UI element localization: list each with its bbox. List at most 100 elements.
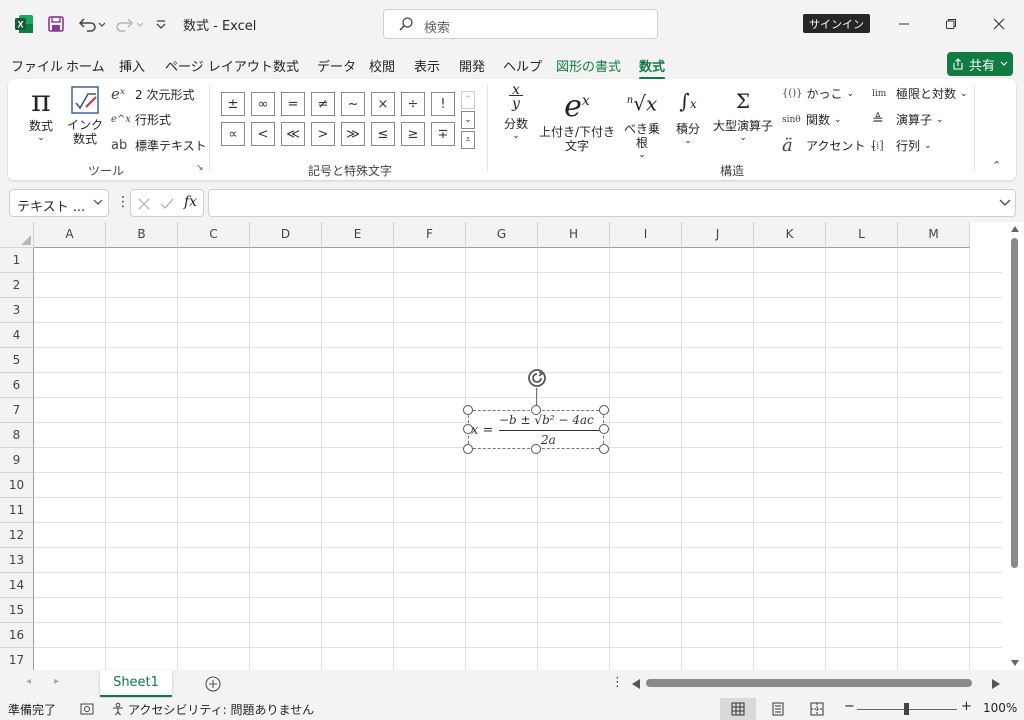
accessibility-status[interactable]: アクセシビリティ: 問題ありません — [128, 701, 314, 718]
professional-button[interactable]: eˣ 2 次元形式 — [111, 85, 194, 103]
zoom-slider-thumb[interactable] — [904, 703, 909, 715]
cancel-icon[interactable] — [138, 198, 150, 210]
tab-page-layout[interactable]: ページ レイアウト — [165, 56, 273, 75]
resize-handle[interactable] — [599, 444, 609, 454]
tab-review[interactable]: 校閲 — [369, 56, 395, 75]
rotate-handle-icon[interactable] — [525, 366, 549, 390]
cells-area[interactable] — [34, 248, 1002, 670]
next-sheet-icon[interactable]: ▸ — [54, 676, 59, 687]
large-operator-button[interactable]: Σ 大型演算子 ⌄ — [712, 83, 774, 143]
accessibility-icon[interactable] — [111, 702, 125, 716]
prev-sheet-icon[interactable]: ◂ — [26, 676, 31, 687]
gallery-more-icon[interactable]: ⩡ — [461, 131, 475, 149]
signin-button[interactable]: サインイン — [803, 14, 870, 33]
resize-handle[interactable] — [599, 405, 609, 415]
resize-handle[interactable] — [463, 424, 473, 434]
redo-icon[interactable] — [114, 13, 144, 35]
gallery-up-icon[interactable]: ⌃ — [461, 91, 475, 109]
zoom-in-icon[interactable]: + — [961, 699, 972, 714]
close-button[interactable] — [979, 8, 1019, 40]
symbol-button[interactable]: ! — [431, 92, 455, 116]
linear-button[interactable]: e^x 行形式 — [111, 111, 171, 128]
accent-button[interactable]: ä アクセント ⌄ — [782, 135, 877, 156]
row-header[interactable]: 15 — [0, 598, 34, 623]
symbol-button[interactable]: < — [251, 122, 275, 146]
tab-file[interactable]: ファイル — [11, 56, 63, 75]
row-header[interactable]: 16 — [0, 623, 34, 648]
row-header[interactable]: 12 — [0, 523, 34, 548]
resize-handle[interactable] — [599, 424, 609, 434]
symbol-button[interactable]: ÷ — [401, 92, 425, 116]
more-options-icon[interactable]: ⋮ — [116, 194, 130, 210]
page-break-view-icon[interactable] — [810, 702, 824, 716]
column-header[interactable]: C — [178, 222, 250, 248]
resize-handle[interactable] — [531, 405, 541, 415]
ink-equation-button[interactable]: インク 数式 — [66, 85, 104, 146]
restore-button[interactable] — [931, 8, 971, 40]
row-header[interactable]: 13 — [0, 548, 34, 573]
symbol-button[interactable]: ~ — [341, 92, 365, 116]
tab-data[interactable]: データ — [317, 56, 356, 75]
row-header[interactable]: 2 — [0, 273, 34, 298]
resize-handle[interactable] — [531, 444, 541, 454]
symbol-button[interactable]: ≤ — [371, 122, 395, 146]
tab-insert[interactable]: 挿入 — [119, 56, 145, 75]
minimize-button[interactable] — [884, 8, 924, 40]
row-header[interactable]: 10 — [0, 473, 34, 498]
row-header[interactable]: 6 — [0, 373, 34, 398]
normal-view-button[interactable] — [720, 698, 756, 720]
collapse-ribbon-icon[interactable]: ⌃ — [992, 159, 1001, 172]
vertical-scroll-thumb[interactable] — [1011, 238, 1018, 568]
script-button[interactable]: ex 上付き/下付き 文字 — [538, 83, 616, 153]
radical-button[interactable]: n√x べき乗根 ⌄ — [620, 83, 664, 160]
symbol-button[interactable]: ∓ — [431, 122, 455, 146]
row-header[interactable]: 7 — [0, 398, 34, 423]
row-header[interactable]: 4 — [0, 323, 34, 348]
expand-formula-icon[interactable] — [999, 198, 1011, 208]
sheet-tab[interactable]: Sheet1 — [100, 670, 172, 697]
symbol-button[interactable]: ∝ — [221, 122, 245, 146]
gallery-down-icon[interactable]: ⌄ — [461, 111, 475, 129]
column-header[interactable]: E — [322, 222, 394, 248]
column-header[interactable]: B — [106, 222, 178, 248]
symbol-button[interactable]: = — [281, 92, 305, 116]
integral-button[interactable]: ∫x 積分 ⌄ — [668, 83, 708, 146]
save-icon[interactable] — [46, 13, 66, 35]
column-header[interactable]: J — [682, 222, 754, 248]
fraction-button[interactable]: xy 分数 ⌄ — [498, 83, 534, 141]
symbol-button[interactable]: ± — [221, 92, 245, 116]
name-box[interactable]: テキスト ... — [9, 189, 109, 217]
dialog-launcher-icon[interactable]: ↘ — [196, 163, 204, 173]
function-button[interactable]: sinθ 関数 ⌄ — [782, 111, 842, 128]
scroll-right-icon[interactable] — [992, 679, 1000, 689]
share-button[interactable]: 共有 — [947, 52, 1013, 76]
customize-qat-icon[interactable] — [154, 13, 168, 35]
zoom-level[interactable]: 100% — [983, 701, 1017, 715]
scroll-down-icon[interactable] — [1011, 660, 1019, 666]
tab-formulas[interactable]: 数式 — [273, 56, 299, 75]
operator-button[interactable]: ≜ 演算子 ⌄ — [872, 111, 944, 128]
row-header[interactable]: 8 — [0, 423, 34, 448]
column-header[interactable]: D — [250, 222, 322, 248]
row-header[interactable]: 3 — [0, 298, 34, 323]
tab-help[interactable]: ヘルプ — [503, 56, 542, 75]
tab-equation[interactable]: 数式 — [639, 56, 666, 80]
add-sheet-icon[interactable] — [205, 676, 221, 692]
select-all-button[interactable] — [0, 222, 34, 248]
tab-developer[interactable]: 開発 — [459, 56, 485, 75]
symbol-button[interactable]: ≠ — [311, 92, 335, 116]
symbol-button[interactable]: ≥ — [401, 122, 425, 146]
column-header[interactable]: I — [610, 222, 682, 248]
resize-handle[interactable] — [463, 405, 473, 415]
column-header[interactable]: L — [826, 222, 898, 248]
row-header[interactable]: 1 — [0, 248, 34, 273]
macro-recording-icon[interactable] — [80, 703, 94, 715]
equation-button[interactable]: π 数式 ⌄ — [22, 85, 60, 144]
column-header[interactable]: M — [898, 222, 970, 248]
scroll-up-icon[interactable] — [1011, 226, 1019, 232]
resize-handle[interactable] — [463, 444, 473, 454]
matrix-button[interactable]: [⁞] 行列 ⌄ — [872, 137, 932, 154]
search-input[interactable]: 検索 — [383, 9, 658, 39]
limit-log-button[interactable]: lim 極限と対数 ⌄ — [872, 85, 968, 102]
row-header[interactable]: 14 — [0, 573, 34, 598]
